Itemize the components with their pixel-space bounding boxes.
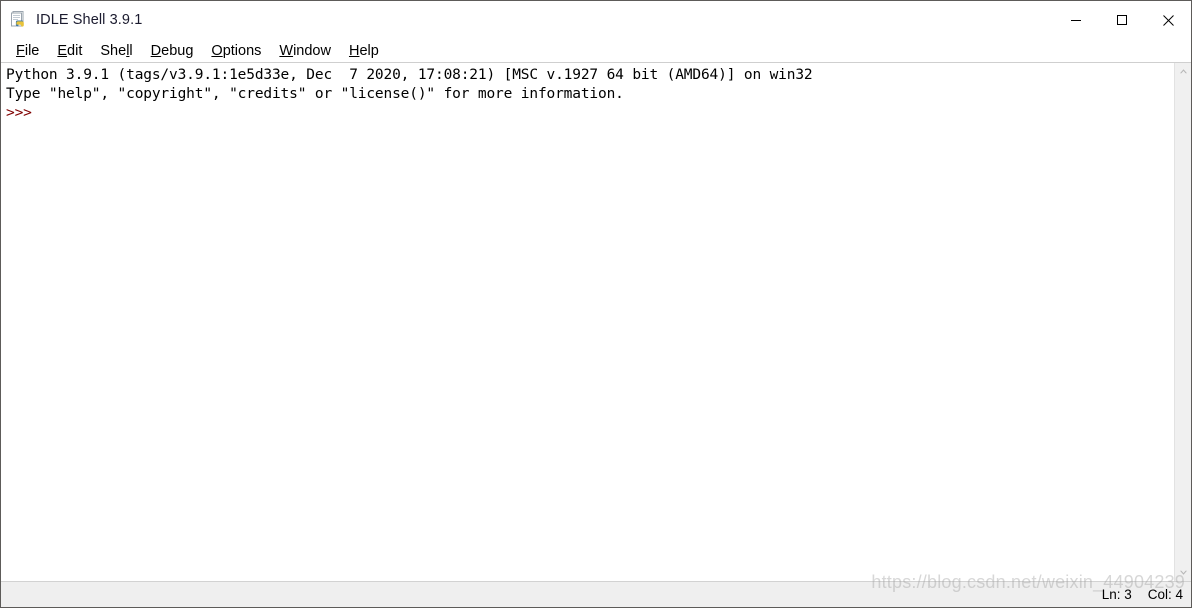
menu-item-options[interactable]: Options: [202, 41, 270, 61]
maximize-button[interactable]: [1099, 1, 1145, 39]
menu-label-shell-pre: She: [100, 42, 127, 59]
menu-label-edit: dit: [67, 42, 83, 59]
window-controls: [1053, 1, 1191, 39]
shell-output-line: Type "help", "copyright", "credits" or "…: [6, 86, 624, 102]
menu-label-file: ile: [24, 42, 40, 59]
menu-item-edit[interactable]: Edit: [48, 41, 91, 61]
idle-shell-window: IDLE Shell 3.9.1 File Edit Shell Debug O…: [0, 0, 1192, 608]
scroll-up-arrow-icon[interactable]: [1175, 63, 1192, 80]
menu-label-help: elp: [359, 42, 379, 59]
menu-accel-edit: E: [57, 42, 68, 59]
menu-label-options: ptions: [222, 42, 262, 59]
menu-label-debug: ebug: [161, 42, 194, 59]
minimize-button[interactable]: [1053, 1, 1099, 39]
title-bar: IDLE Shell 3.9.1: [1, 1, 1191, 39]
menu-item-debug[interactable]: Debug: [142, 41, 203, 61]
shell-text-area[interactable]: Python 3.9.1 (tags/v3.9.1:1e5d33e, Dec 7…: [1, 63, 1174, 581]
menu-label-shell-post: l: [129, 42, 133, 59]
menu-label-window: indow: [293, 42, 331, 59]
close-button[interactable]: [1145, 1, 1191, 39]
menu-item-shell[interactable]: Shell: [91, 41, 141, 61]
menu-accel-options: O: [211, 42, 223, 59]
shell-body: Python 3.9.1 (tags/v3.9.1:1e5d33e, Dec 7…: [1, 63, 1191, 581]
status-bar: https://blog.csdn.net/weixin_44904239 Ln…: [1, 572, 1191, 607]
menu-item-window[interactable]: Window: [270, 41, 340, 61]
scrollbar-track[interactable]: [1175, 80, 1191, 564]
menu-accel-window: W: [279, 42, 294, 59]
menu-item-help[interactable]: Help: [340, 41, 388, 61]
status-column-number: Col: 4: [1147, 587, 1183, 602]
scroll-down-arrow-icon[interactable]: [1175, 564, 1192, 581]
shell-prompt-line: >>>: [6, 105, 41, 121]
menu-accel-help: H: [348, 42, 360, 59]
status-line-number: Ln: 3: [1101, 587, 1132, 602]
vertical-scrollbar[interactable]: [1174, 63, 1191, 581]
menu-accel-file: F: [16, 42, 25, 59]
menu-accel-debug: D: [150, 42, 162, 59]
menu-item-file[interactable]: File: [7, 41, 48, 61]
idle-python-icon: [10, 11, 28, 29]
window-title: IDLE Shell 3.9.1: [36, 12, 143, 28]
shell-output-line: Python 3.9.1 (tags/v3.9.1:1e5d33e, Dec 7…: [6, 67, 813, 83]
menu-bar: File Edit Shell Debug Options Window Hel…: [1, 39, 1191, 63]
